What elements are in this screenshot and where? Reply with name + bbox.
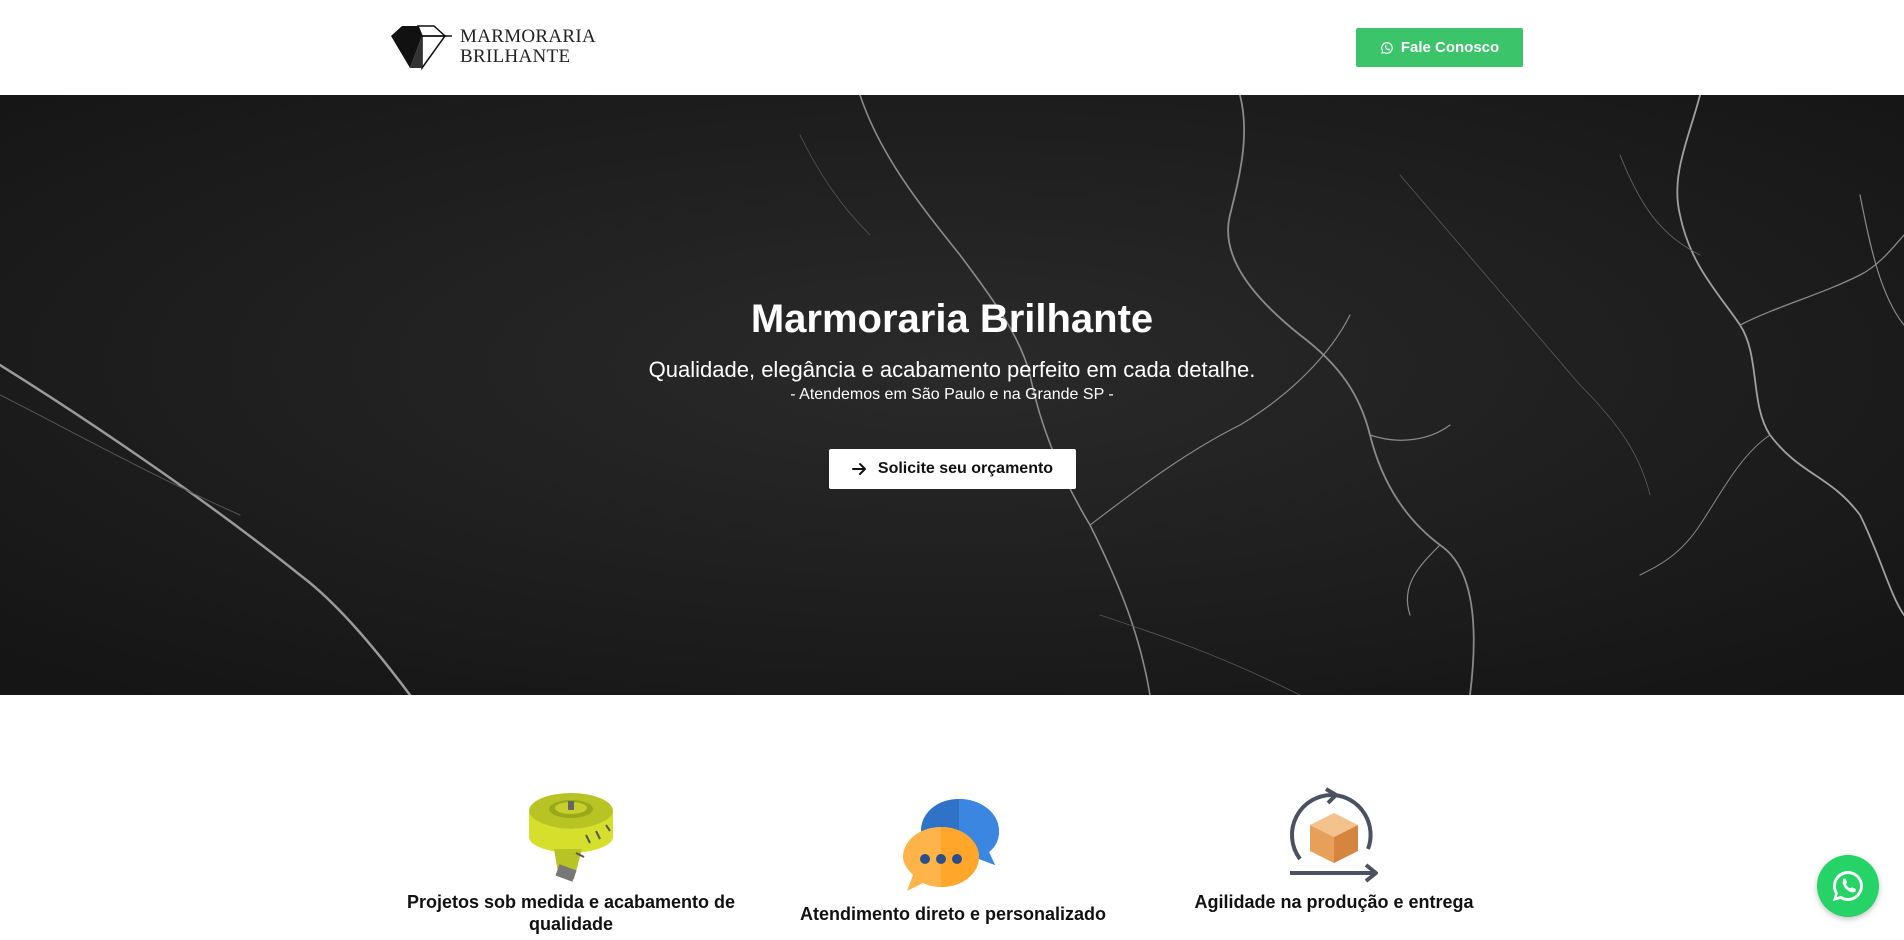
hero-service-area: - Atendemos em São Paulo e na Grande SP … [790,386,1114,403]
hero-subtitle: Qualidade, elegância e acabamento perfei… [648,357,1256,382]
logo-line-1: MARMORARIA [460,26,597,47]
feature-fast-delivery: Agilidade na produção e entrega [1163,787,1505,913]
logo-line-2: BRILHANTE [460,46,571,67]
whatsapp-floating-button[interactable] [1817,855,1879,917]
chat-bubbles-icon [903,799,999,891]
request-quote-label: Solicite seu orçamento [877,460,1054,477]
measuring-tape-icon [529,793,613,882]
feature-personal-service: Atendimento direto e personalizado [782,797,1124,925]
hero-title: Marmoraria Brilhante [750,297,1154,341]
hero-section: Marmoraria Brilhante Qualidade, elegânci… [0,95,1904,695]
feature-label: Agilidade na produção e entrega [1194,892,1474,912]
whatsapp-icon [1380,41,1393,54]
logo-text: MARMORARIA BRILHANTE [460,27,596,67]
box-cycle-icon [1289,787,1378,883]
feature-custom-projects: Projetos sob medida e acabamento de qual… [400,787,742,935]
logo[interactable]: MARMORARIA BRILHANTE [388,22,596,72]
diamond-logo-icon [391,25,452,71]
feature-label: Atendimento direto e personalizado [799,904,1107,924]
fale-conosco-button[interactable]: Fale Conosco [1356,28,1523,67]
whatsapp-icon [1833,871,1863,901]
feature-label: Projetos sob medida e acabamento de qual… [406,892,736,934]
arrow-right-icon [851,463,866,475]
fale-conosco-label: Fale Conosco [1400,39,1500,56]
request-quote-button[interactable]: Solicite seu orçamento [829,449,1076,489]
site-header: MARMORARIA BRILHANTE Fale Conosco [0,0,1904,95]
